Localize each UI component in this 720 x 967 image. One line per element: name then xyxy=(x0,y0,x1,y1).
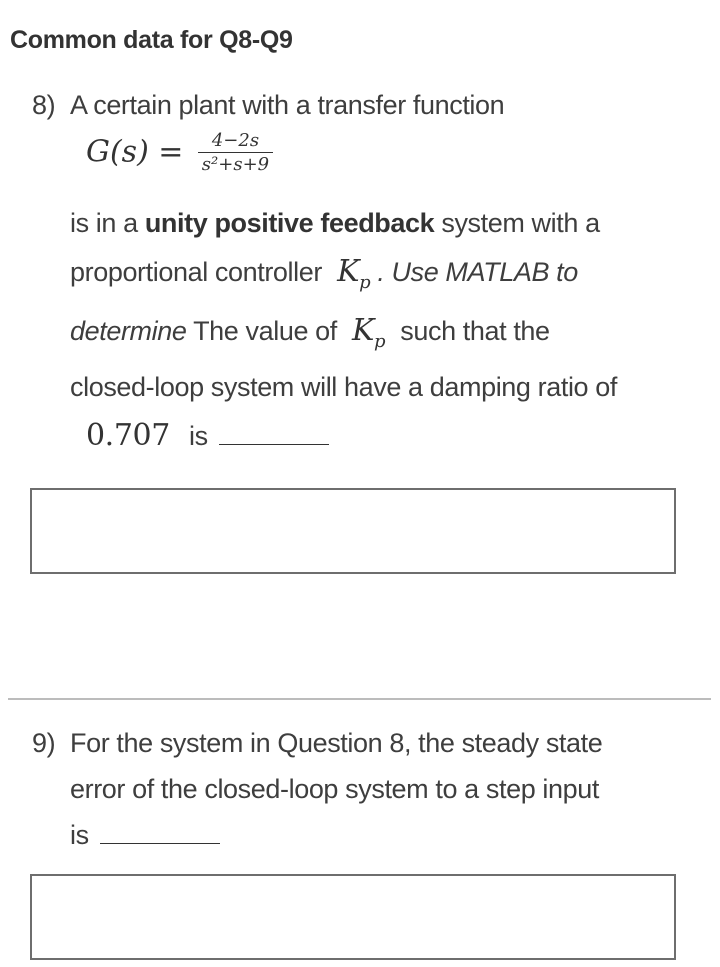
tf-lhs: G(s) = xyxy=(86,134,184,170)
q8-line1: A certain plant with a transfer function xyxy=(70,90,505,120)
q8-line5: closed-loop system will have a damping r… xyxy=(70,372,617,402)
answer-blank xyxy=(218,443,329,445)
q8-line6-post: is xyxy=(189,421,208,451)
q9-line2: error of the closed-loop system to a ste… xyxy=(70,774,599,804)
tf-denominator: s²+s+9 xyxy=(201,154,270,175)
kp-symbol-2: Kp xyxy=(352,313,386,352)
q9-line3-text: is xyxy=(70,820,89,850)
tf-numerator: 4−2s xyxy=(197,130,274,153)
q8-answer-input[interactable] xyxy=(30,488,676,574)
kp-sub: p xyxy=(374,331,386,352)
q8-line6: 0.707 is xyxy=(86,418,329,453)
kp-k: K xyxy=(352,313,375,348)
q8-line4-post: such that the xyxy=(400,316,550,346)
transfer-function: G(s) = 4−2s s²+s+9 xyxy=(86,130,274,177)
q8-line2-post: system with a xyxy=(441,208,600,238)
q9-answer-input[interactable] xyxy=(30,874,676,960)
question-divider xyxy=(8,698,711,700)
q9-line1: For the system in Question 8, the steady… xyxy=(70,728,603,758)
q9-number: 9) xyxy=(32,728,56,758)
kp-symbol: Kp xyxy=(337,254,371,293)
q8-number: 8) xyxy=(32,90,56,120)
q8-line2-bold: unity positive feedback xyxy=(144,208,435,238)
damping-value: 0.707 xyxy=(86,418,170,453)
q8-line3: proportional controller Kp . Use MATLAB … xyxy=(70,254,578,293)
q9-line3: is xyxy=(70,820,220,851)
kp-sub: p xyxy=(359,272,371,293)
q8-line2-pre: is in a xyxy=(70,208,138,238)
answer-blank xyxy=(99,842,220,844)
q8-line2: is in a unity positive feedback system w… xyxy=(70,208,600,239)
section-heading: Common data for Q8-Q9 xyxy=(10,26,293,54)
q8-line4-italic: determine xyxy=(70,316,187,346)
q8-line4-mid: The value of xyxy=(193,316,337,346)
q8-line3-post: . Use MATLAB to xyxy=(377,257,578,287)
tf-fraction: 4−2s s²+s+9 xyxy=(197,130,274,177)
q8-line4: determine The value of Kp such that the xyxy=(70,313,550,352)
q8-line3-pre: proportional controller xyxy=(70,257,322,287)
kp-k: K xyxy=(337,254,360,289)
